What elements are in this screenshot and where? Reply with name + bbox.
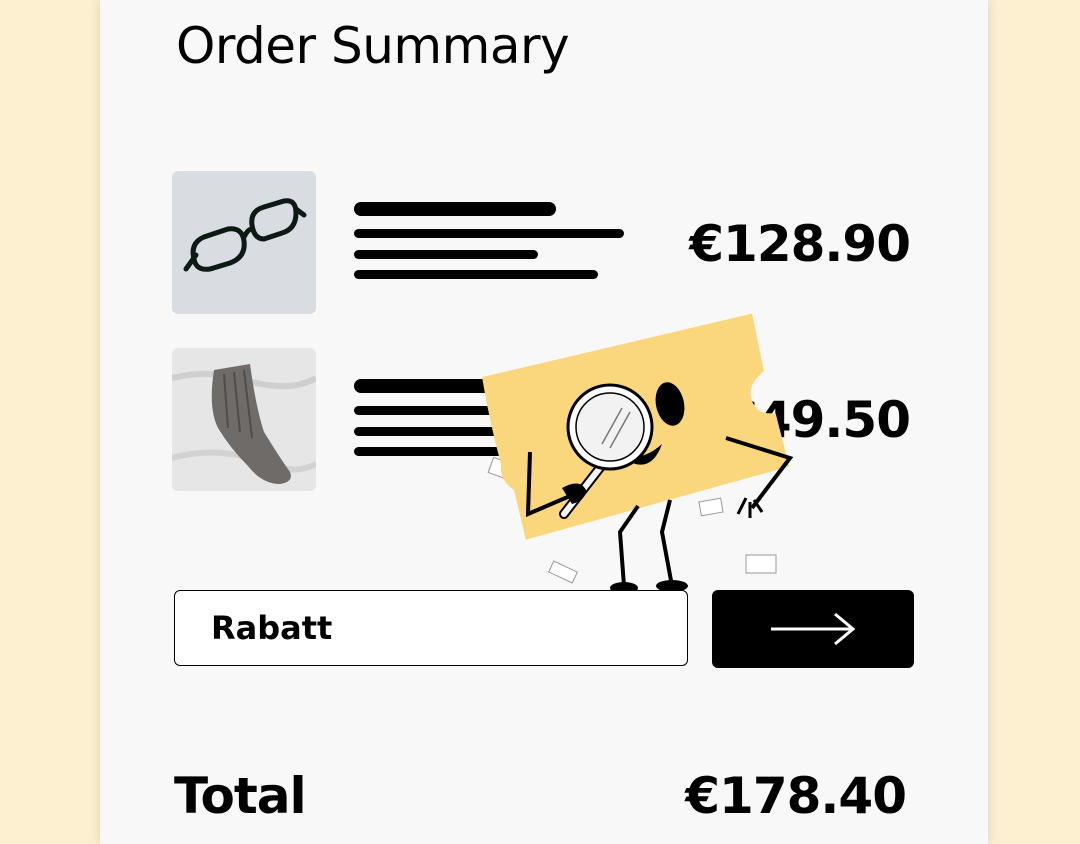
total-label: Total [174, 767, 307, 825]
coupon-code-input[interactable] [174, 590, 688, 666]
sock-photo [172, 348, 316, 491]
arrow-right-icon [771, 612, 856, 646]
item-price: €128.90 [689, 215, 911, 273]
item-price: €49.50 [723, 391, 911, 449]
glasses-photo [172, 171, 316, 314]
total-value: €178.40 [685, 767, 907, 825]
apply-coupon-button[interactable] [712, 590, 914, 668]
order-summary-card: Order Summary €128.90 €49.50 Rabatt Tota… [100, 0, 988, 844]
page-title: Order Summary [176, 17, 570, 75]
